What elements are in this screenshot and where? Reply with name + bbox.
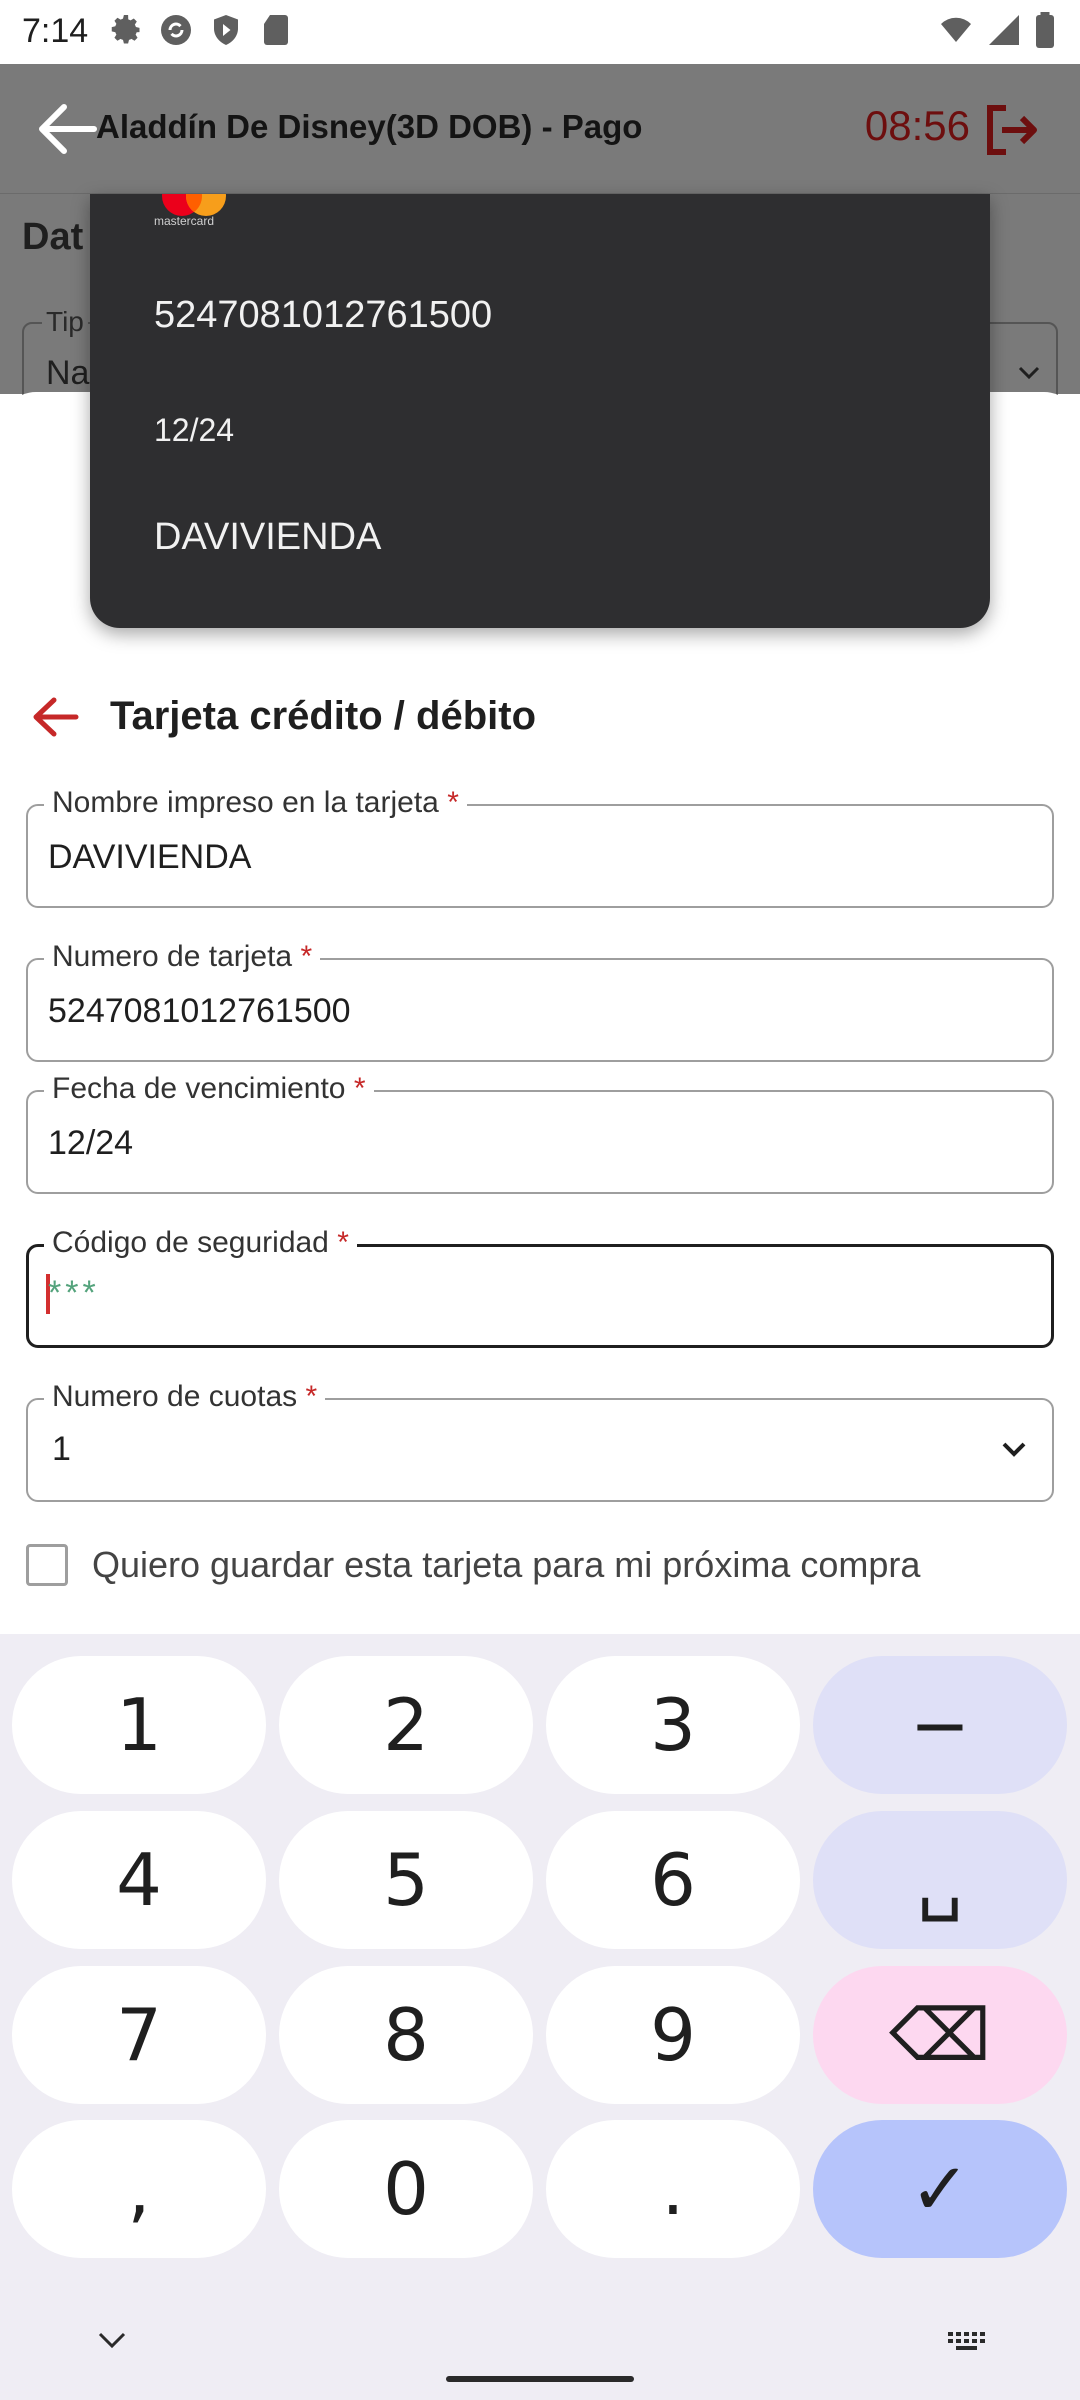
background-section-title: Dat (22, 216, 84, 258)
numeric-keyboard: 1 2 3 − 4 5 6 ␣ 7 8 9 ⌫ , 0 . ✓ (0, 1634, 1080, 2400)
expiry-date-value: 12/24 (48, 1124, 134, 1162)
key-3[interactable]: 3 (546, 1656, 800, 1794)
key-space[interactable]: ␣ (813, 1811, 1067, 1949)
status-time: 7:14 (22, 12, 89, 50)
autofill-suggestion-popup[interactable]: mastercard 5247081012761500 12/24 DAVIVI… (90, 194, 990, 628)
background-field-label: Tip (42, 306, 88, 338)
key-backspace[interactable]: ⌫ (813, 1966, 1067, 2104)
installments-value: 1 (52, 1430, 71, 1468)
chevron-down-icon (1002, 1442, 1026, 1457)
security-code-label: Código de seguridad * (44, 1226, 357, 1260)
autofill-expiry[interactable]: 12/24 (154, 412, 234, 449)
back-arrow-icon[interactable] (34, 99, 98, 159)
card-number-value: 5247081012761500 (48, 992, 351, 1030)
sync-icon (158, 12, 194, 48)
page-title: Aladdín De Disney(3D DOB) - Pago (96, 108, 643, 145)
key-comma[interactable]: , (12, 2120, 266, 2258)
shield-play-icon (208, 12, 244, 48)
key-minus[interactable]: − (813, 1656, 1067, 1794)
status-system-icons (938, 12, 1056, 53)
key-6[interactable]: 6 (546, 1811, 800, 1949)
cardholder-name-value: DAVIVIENDA (48, 838, 252, 876)
app-bar: Aladdín De Disney(3D DOB) - Pago 08:56 (0, 64, 1080, 194)
expiry-date-label: Fecha de vencimiento * (44, 1072, 374, 1106)
wifi-icon (938, 12, 974, 53)
home-indicator[interactable] (446, 2376, 634, 2382)
key-9[interactable]: 9 (546, 1966, 800, 2104)
exit-icon[interactable] (984, 104, 1040, 156)
key-2[interactable]: 2 (279, 1656, 533, 1794)
battery-icon (1034, 12, 1056, 53)
key-period[interactable]: . (546, 2120, 800, 2258)
save-card-label: Quiero guardar esta tarjeta para mi próx… (92, 1544, 921, 1585)
keyboard-switch-icon[interactable] (946, 2330, 990, 2352)
key-5[interactable]: 5 (279, 1811, 533, 1949)
autofill-card-number[interactable]: 5247081012761500 (154, 294, 492, 337)
installments-label: Numero de cuotas * (44, 1380, 326, 1414)
signal-icon (986, 12, 1022, 53)
sd-card-icon (258, 12, 294, 48)
key-8[interactable]: 8 (279, 1966, 533, 2104)
autofill-holder-name[interactable]: DAVIVIENDA (154, 516, 381, 559)
background-field-value: Na (46, 354, 90, 392)
countdown-timer: 08:56 (864, 102, 970, 149)
section-back-arrow-icon[interactable] (30, 692, 80, 742)
cardholder-name-label: Nombre impreso en la tarjeta * (44, 786, 467, 820)
settings-icon (108, 12, 144, 48)
hide-keyboard-chevron-icon[interactable] (94, 2328, 130, 2352)
key-7[interactable]: 7 (12, 1966, 266, 2104)
save-card-checkbox[interactable] (26, 1544, 68, 1586)
key-done[interactable]: ✓ (813, 2120, 1067, 2258)
key-0[interactable]: 0 (279, 2120, 533, 2258)
card-section-title: Tarjeta crédito / débito (110, 694, 536, 738)
status-bar: 7:14 (0, 0, 1080, 64)
card-number-label: Numero de tarjeta * (44, 940, 321, 974)
key-4[interactable]: 4 (12, 1811, 266, 1949)
mastercard-brand-text: mastercard (154, 214, 215, 228)
key-1[interactable]: 1 (12, 1656, 266, 1794)
status-notification-icons (108, 12, 294, 48)
chevron-down-icon (1018, 366, 1040, 380)
security-code-placeholder: *** (48, 1274, 100, 1312)
